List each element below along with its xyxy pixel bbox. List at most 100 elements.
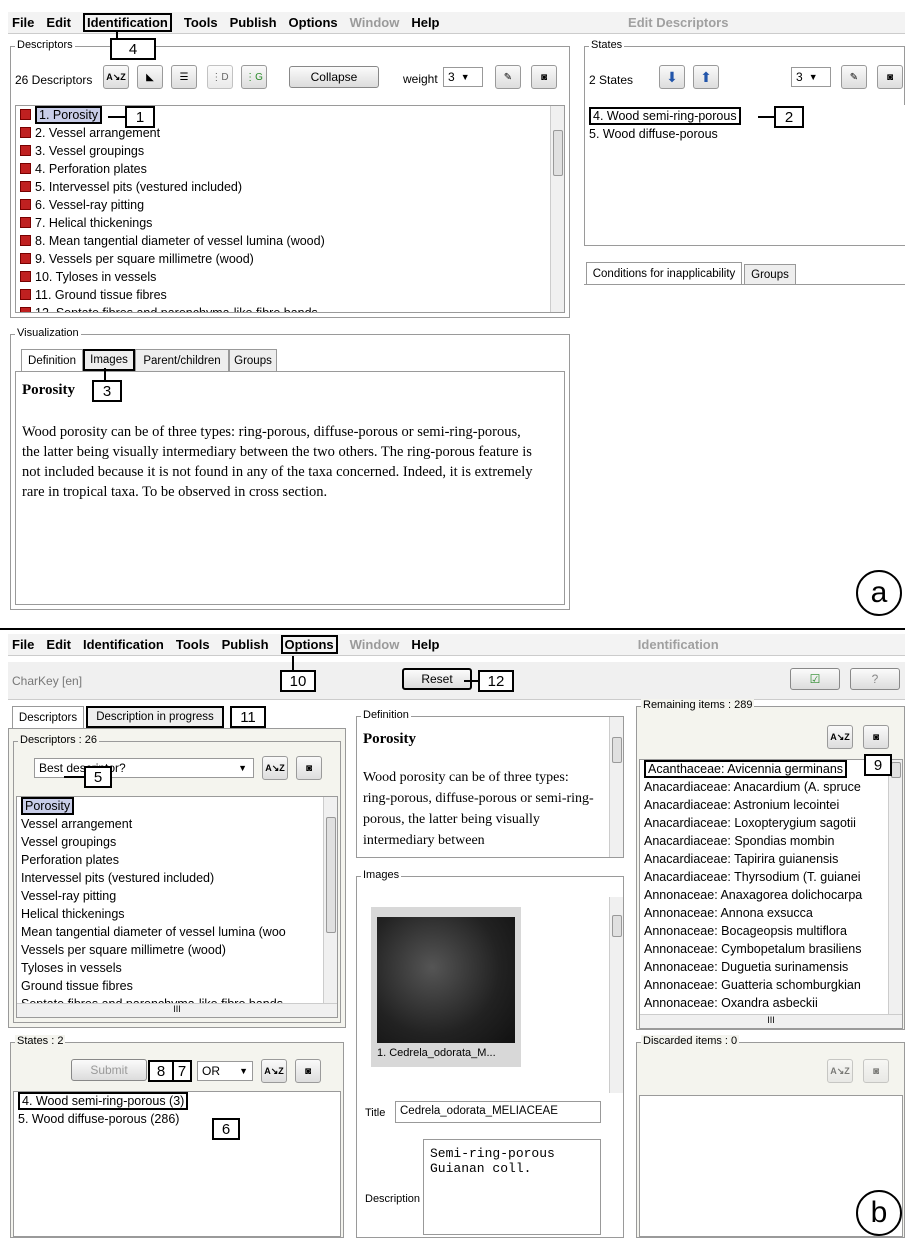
b-sort-az-button[interactable]: A↘Z [262,756,288,780]
state-list[interactable]: 4. Wood semi-ring-porous 5. Wood diffuse… [585,105,905,245]
remaining-item[interactable]: Annonaceae: Duguetia surinamensis [640,958,902,976]
b-state-item[interactable]: 5. Wood diffuse-porous (286) [14,1110,340,1128]
sort-az-button[interactable]: A↘Z [103,65,129,89]
menu-window[interactable]: Window [350,15,400,30]
b-definition-scrollbar[interactable] [609,717,623,857]
b-descriptor-scrollbar[interactable] [323,797,337,1003]
tab-description-in-progress[interactable]: Description in progress [86,706,224,728]
menu-file[interactable]: File [12,637,34,652]
descriptor-item[interactable]: 11. Ground tissue fibres [16,286,564,304]
b-states-sort-button[interactable]: A↘Z [261,1059,287,1083]
tab-conditions-inapplicability[interactable]: Conditions for inapplicability [586,262,742,284]
descriptor-item[interactable]: 6. Vessel-ray pitting [16,196,564,214]
validate-button[interactable]: ☑ [790,668,840,690]
state-weight-select[interactable]: 3 ▼ [791,67,831,87]
b-descriptor-item[interactable]: Ground tissue fibres [17,977,337,995]
descriptor-item[interactable]: 5. Intervessel pits (vestured included) [16,178,564,196]
tab-images[interactable]: Images [83,349,135,371]
state-item[interactable]: 5. Wood diffuse-porous [585,125,905,143]
menu-publish[interactable]: Publish [230,15,277,30]
descriptor-list[interactable]: 1. Porosity 2. Vessel arrangement 3. Vesse… [15,105,565,313]
images-scrollbar[interactable] [609,897,623,1093]
remaining-item[interactable]: Anacardiaceae: Thyrsodium (T. guianei [640,868,902,886]
remaining-item[interactable]: Anacardiaceae: Spondias mombin [640,832,902,850]
descriptor-item[interactable]: 8. Mean tangential diameter of vessel lu… [16,232,564,250]
operator-select[interactable]: OR ▼ [197,1061,253,1081]
remaining-item[interactable]: Annonaceae: Oxandra asbeckii [640,994,902,1012]
menu-options[interactable]: Options [289,15,338,30]
menu-tools[interactable]: Tools [184,15,218,30]
remaining-item[interactable]: Annonaceae: Guatteria schomburgkian [640,976,902,994]
discarded-sort-button[interactable]: A↘Z [827,1059,853,1083]
state-image-button[interactable]: ◙ [877,65,903,89]
remaining-hscroll[interactable]: III [640,1014,902,1028]
state-edit-button[interactable]: ✎ [841,65,867,89]
remaining-item[interactable]: Annonaceae: Bocageopsis multiflora [640,922,902,940]
b-descriptor-item[interactable]: Vessel arrangement [17,815,337,833]
remaining-sort-button[interactable]: A↘Z [827,725,853,749]
collapse-button[interactable]: Collapse [289,66,379,88]
remaining-items-list[interactable]: Acanthaceae: Avicennia germinans Anacardi… [639,759,903,1029]
b-descriptor-item[interactable]: Intervessel pits (vestured included) [17,869,337,887]
remaining-item[interactable]: Anacardiaceae: Loxopterygium sagotii [640,814,902,832]
b-descriptor-item[interactable]: Mean tangential diameter of vessel lumin… [17,923,337,941]
b-descriptor-item[interactable]: Vessel groupings [17,833,337,851]
b-descriptor-item[interactable]: Porosity [17,797,337,815]
menu-file[interactable]: File [12,15,34,30]
tab-definition[interactable]: Definition [21,349,83,371]
b-descriptor-item[interactable]: Helical thickenings [17,905,337,923]
menu-options[interactable]: Options [280,635,338,654]
b-state-list[interactable]: 4. Wood semi-ring-porous (3) 5. Wood dif… [13,1091,341,1237]
b-states-image-button[interactable]: ◙ [295,1059,321,1083]
move-down-button[interactable]: ⬇ [659,65,685,89]
tab-state-groups[interactable]: Groups [744,264,796,284]
b-state-item[interactable]: 4. Wood semi-ring-porous (3) [18,1092,189,1110]
description-field[interactable]: Semi-ring-porous Guianan coll. [423,1139,601,1235]
move-up-button[interactable]: ⬆ [693,65,719,89]
descriptor-item[interactable]: 10. Tyloses in vessels [16,268,564,286]
weight-select[interactable]: 3 ▼ [443,67,483,87]
reset-button[interactable]: Reset [402,668,472,690]
state-item[interactable]: 4. Wood semi-ring-porous [589,107,741,125]
remaining-item[interactable]: Annonaceae: Anaxagorea dolichocarpa [640,886,902,904]
remaining-item[interactable]: Anacardiaceae: Tapirira guianensis [640,850,902,868]
menu-tools[interactable]: Tools [176,637,210,652]
descriptor-item[interactable]: 4. Perforation plates [16,160,564,178]
descriptor-item[interactable]: 3. Vessel groupings [16,142,564,160]
remaining-item[interactable]: Acanthaceae: Avicennia germinans [640,760,902,778]
image-thumbnail[interactable]: 1. Cedrela_odorata_M... [371,907,521,1067]
menu-publish[interactable]: Publish [222,637,269,652]
image-button[interactable]: ◙ [531,65,557,89]
descriptor-scrollbar[interactable] [550,106,564,312]
tree-g-button[interactable]: ⋮G [241,65,267,89]
list-button[interactable]: ☰ [171,65,197,89]
remaining-item[interactable]: Anacardiaceae: Anacardium (A. spruce [640,778,902,796]
tab-groups[interactable]: Groups [229,349,277,371]
menu-identification[interactable]: Identification [82,13,172,32]
menu-edit[interactable]: Edit [46,15,71,30]
tab-descriptors[interactable]: Descriptors [12,706,84,728]
descriptor-item[interactable]: 1. Porosity [16,106,564,124]
remaining-item[interactable]: Anacardiaceae: Astronium lecointei [640,796,902,814]
tab-parent-children[interactable]: Parent/children [135,349,229,371]
menu-edit[interactable]: Edit [46,637,71,652]
remaining-item[interactable]: Annonaceae: Annona exsucca [640,904,902,922]
b-descriptor-item[interactable]: Perforation plates [17,851,337,869]
b-descriptor-item[interactable]: Vessel-ray pitting [17,887,337,905]
remaining-item[interactable]: Annonaceae: Cymbopetalum brasiliens [640,940,902,958]
submit-button[interactable]: Submit [71,1059,147,1081]
title-field[interactable]: Cedrela_odorata_MELIACEAE [395,1101,601,1123]
b-descriptor-item[interactable]: Vessels per square millimetre (wood) [17,941,337,959]
descriptor-item[interactable]: 9. Vessels per square millimetre (wood) [16,250,564,268]
b-descriptor-item[interactable]: Tyloses in vessels [17,959,337,977]
tool-icon-button[interactable]: ◣ [137,65,163,89]
b-descriptor-list[interactable]: Porosity Vessel arrangement Vessel groupin… [16,796,338,1018]
descriptor-item[interactable]: 2. Vessel arrangement [16,124,564,142]
remaining-scrollbar[interactable] [888,760,902,1016]
menu-window[interactable]: Window [350,637,400,652]
descriptor-item[interactable]: 7. Helical thickenings [16,214,564,232]
b-image-button[interactable]: ◙ [296,756,322,780]
menu-help[interactable]: Help [411,637,439,652]
best-descriptor-select[interactable]: Best descriptor? ▼ [34,758,254,778]
edit-button[interactable]: ✎ [495,65,521,89]
